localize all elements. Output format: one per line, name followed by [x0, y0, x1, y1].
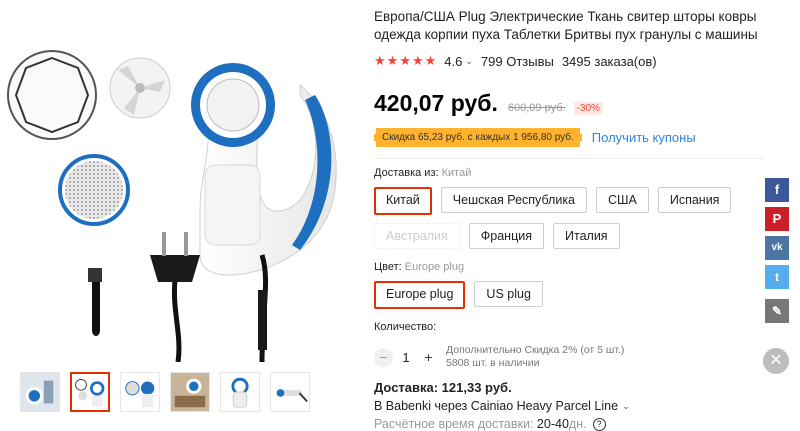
thumbnail-3[interactable] [120, 372, 160, 412]
color-option-us-plug[interactable]: US plug [474, 281, 543, 307]
ship-from-option-usa[interactable]: США [596, 187, 649, 213]
star-icon: ★ [411, 53, 424, 68]
rating-stars: ★ ★ ★ ★ ★ [374, 53, 436, 69]
delivery-eta-label: Расчётное время доставки: [374, 417, 534, 431]
star-icon: ★ [399, 53, 411, 68]
social-share-bar: f P vk t ✎ [765, 178, 789, 328]
color-label-text: Цвет: [374, 261, 402, 273]
quantity-stepper: − 1 + Дополнительно Скидка 2% (от 5 шт.)… [374, 344, 764, 370]
star-icon: ★ [424, 53, 437, 68]
edit-icon[interactable]: ✎ [765, 299, 789, 323]
shipping-from-label-text: Доставка из: [374, 167, 439, 179]
cleaning-brush-image [88, 268, 102, 336]
color-selected: Europe plug [404, 261, 465, 273]
thumbnail-2-selected[interactable] [70, 372, 110, 412]
shipping-from-options: Китай Чешская Республика США Испания Авс… [374, 187, 764, 249]
color-options: Europe plug US plug [374, 281, 764, 309]
chevron-down-icon[interactable]: ⌄ [465, 56, 473, 67]
thumbnail-5[interactable] [220, 372, 260, 412]
star-icon: ★ [386, 53, 399, 68]
delivery-method-row[interactable]: В Babenki через Cainiao Heavy Parcel Lin… [374, 399, 764, 413]
ship-from-option-france[interactable]: Франция [468, 223, 544, 249]
shipping-from-label: Доставка из: Китай [374, 167, 764, 181]
blade-image [109, 57, 171, 119]
thumbnail-6[interactable] [270, 372, 310, 412]
color-label: Цвет: Europe plug [374, 261, 764, 275]
product-illustration [7, 50, 337, 362]
delivery-eta-value: 20-40 [536, 417, 569, 431]
delivery-cost: Доставка: 121,33 руб. [374, 380, 512, 395]
thumbnail-1[interactable] [20, 372, 60, 412]
old-price: 600,09 руб. [507, 102, 566, 114]
product-info-panel: Европа/США Plug Электрические Ткань свит… [374, 0, 764, 431]
discount-badge: -30% [573, 102, 603, 115]
thumbnail-strip [20, 372, 310, 412]
divider [374, 158, 764, 159]
ship-from-option-italy[interactable]: Италия [553, 223, 620, 249]
product-title: Европа/США Plug Электрические Ткань свит… [374, 9, 758, 42]
quantity-input[interactable]: 1 [393, 350, 419, 365]
coupon-row: Скидка 65,23 руб. с каждых 1 956,80 руб.… [374, 126, 764, 148]
quantity-note: Дополнительно Скидка 2% (от 5 шт.) 5808 … [446, 344, 624, 370]
bulk-discount-note: Дополнительно Скидка 2% (от 5 шт.) [446, 344, 625, 356]
rating-value[interactable]: 4.6 [444, 54, 462, 69]
main-product-image[interactable] [0, 0, 355, 362]
orders-count: 3495 заказа(ов) [561, 53, 657, 69]
delivery-eta-row: Расчётное время доставки: 20-40 дн. ? [374, 417, 764, 431]
ship-from-option-czech[interactable]: Чешская Республика [440, 187, 588, 213]
help-icon[interactable]: ? [592, 417, 606, 431]
shipping-from-selected: Китай [441, 167, 472, 179]
quantity-increase-button[interactable]: + [419, 348, 438, 367]
ship-from-option-australia: Австралия [374, 223, 460, 249]
shaver-device-image [191, 63, 337, 276]
vk-icon[interactable]: vk [765, 236, 789, 260]
quantity-decrease-button[interactable]: − [374, 347, 393, 367]
coupon-badge: Скидка 65,23 руб. с каждых 1 956,80 руб. [374, 127, 582, 147]
get-coupons-link[interactable]: Получить купоны [592, 130, 696, 145]
current-price: 420,07 руб. [374, 90, 498, 116]
chevron-down-icon[interactable]: ⌄ [622, 401, 630, 412]
price-row: 420,07 руб. 600,09 руб. -30% [374, 90, 764, 120]
close-icon[interactable]: ✕ [763, 348, 789, 374]
star-icon: ★ [374, 53, 386, 68]
thumbnail-4[interactable] [170, 372, 210, 412]
stock-note: 5808 шт. в наличии [446, 357, 540, 369]
delivery-method[interactable]: В Babenki через Cainiao Heavy Parcel Lin… [374, 399, 618, 413]
quantity-label: Количество: [374, 321, 437, 333]
reviews-link[interactable]: 799 Отзывы [481, 54, 554, 69]
delivery-eta-unit: дн. [568, 417, 587, 431]
color-option-europe-plug[interactable]: Europe plug [374, 281, 466, 309]
mesh-screen-image [58, 154, 130, 226]
rating-row: ★ ★ ★ ★ ★ 4.6 ⌄ 799 Отзывы 3495 заказа(о… [374, 52, 764, 70]
ship-from-option-china[interactable]: Китай [374, 187, 432, 215]
twitter-icon[interactable]: t [765, 265, 789, 289]
pinterest-icon[interactable]: P [765, 207, 789, 231]
facebook-icon[interactable]: f [765, 178, 789, 202]
ship-from-option-spain[interactable]: Испания [657, 187, 732, 213]
blade-guard-image [7, 50, 97, 140]
